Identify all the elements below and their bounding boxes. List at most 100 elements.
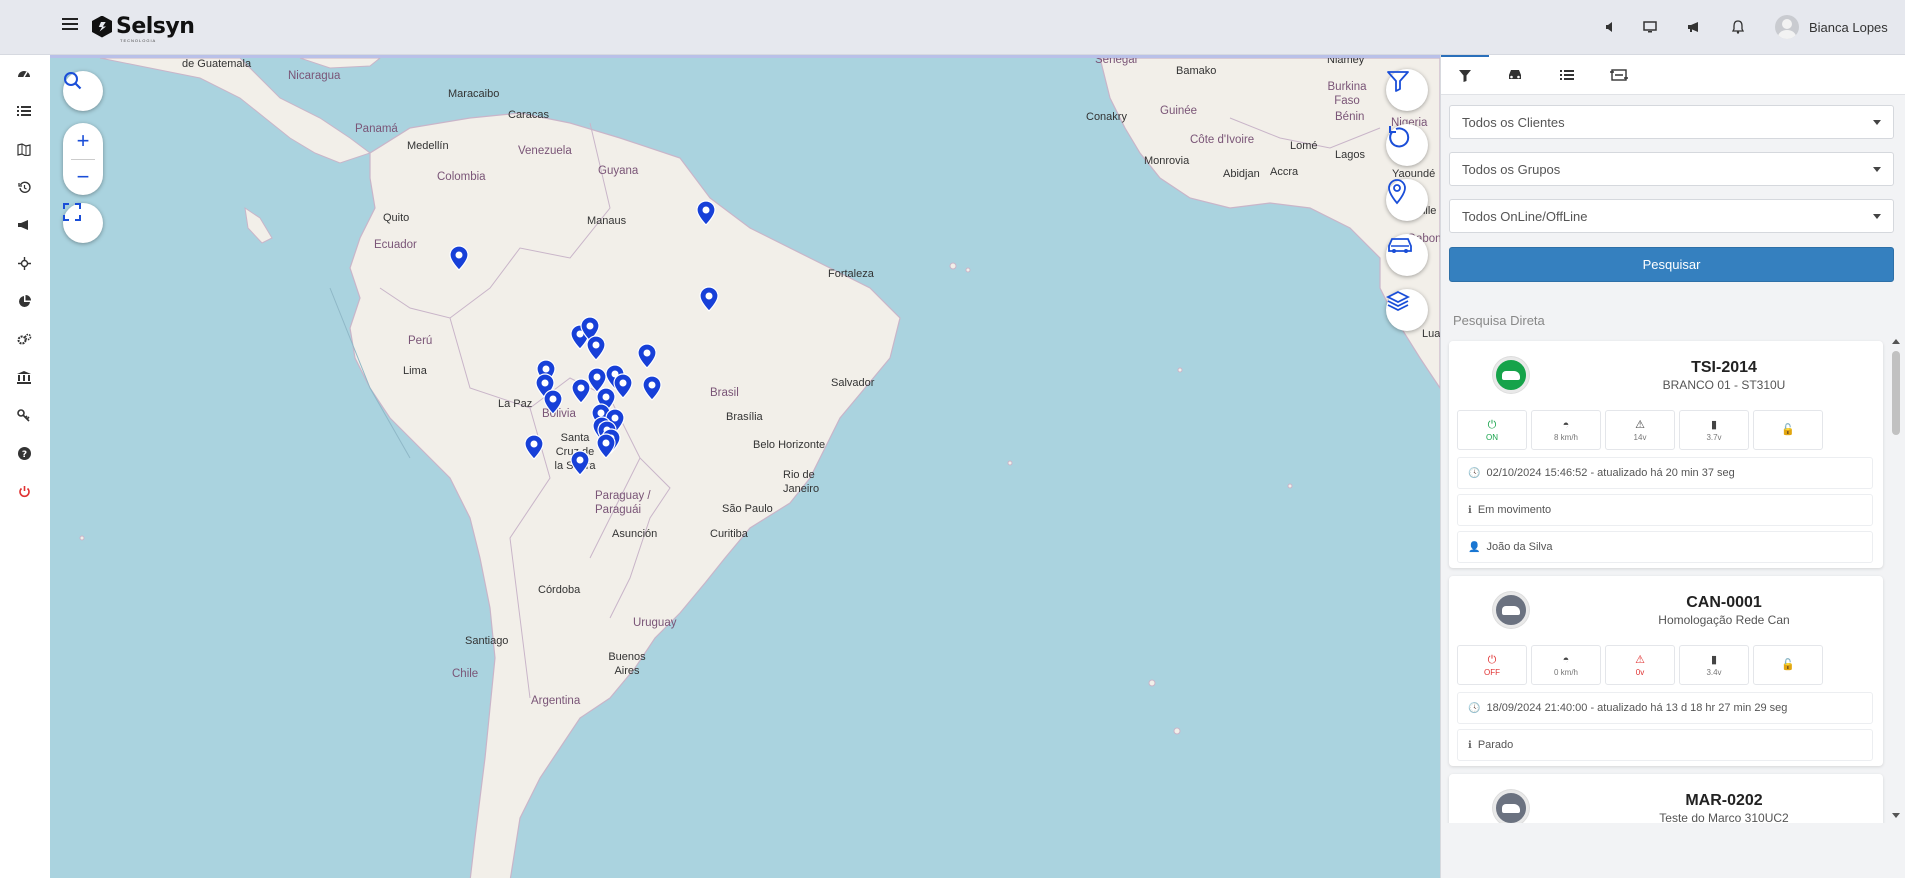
battery-icon: ▮ bbox=[1710, 418, 1718, 431]
filter-icon bbox=[1387, 71, 1409, 92]
map-label: Manaus bbox=[587, 215, 627, 227]
map-label: Lua bbox=[1422, 328, 1440, 340]
settings-icon[interactable] bbox=[15, 330, 33, 348]
vehicle-marker-icon[interactable] bbox=[569, 450, 591, 476]
search-button[interactable]: Pesquisar bbox=[1449, 247, 1894, 282]
monitor-icon[interactable] bbox=[1640, 17, 1660, 37]
tab-vehicles[interactable] bbox=[1491, 55, 1539, 95]
vehicle-marker-icon[interactable] bbox=[695, 200, 717, 226]
clients-select[interactable]: Todos os Clientes bbox=[1449, 105, 1894, 139]
vehicle-marker-icon[interactable] bbox=[523, 434, 545, 460]
vehicle-marker-icon[interactable] bbox=[595, 433, 617, 459]
map-label: Paraguay / Paraguái bbox=[595, 490, 651, 516]
map-label: Bamako bbox=[1176, 65, 1217, 77]
vehicle-marker-icon[interactable] bbox=[698, 286, 720, 312]
warning-icon: ⚠ bbox=[1635, 418, 1645, 431]
lock-stat[interactable]: 🔓 bbox=[1753, 410, 1823, 450]
vehicle-card[interactable]: CAN-0001 Homologação Rede Can ⏻ OFF ◓ 0 … bbox=[1449, 576, 1883, 766]
map-vehicles-button[interactable] bbox=[1386, 234, 1428, 276]
map-label: Lagos bbox=[1335, 149, 1365, 161]
map-label: Nicaragua bbox=[288, 70, 341, 82]
map-label: Santiago bbox=[465, 635, 509, 647]
filter-icon bbox=[1459, 70, 1471, 82]
vehicle-card-header: TSI-2014 BRANCO 01 - ST310U bbox=[1449, 341, 1883, 409]
scroll-thumb[interactable] bbox=[1892, 351, 1900, 435]
map-search-button[interactable] bbox=[63, 71, 103, 111]
chevron-down-icon bbox=[1873, 119, 1881, 125]
zoom-out-button[interactable]: − bbox=[63, 159, 103, 195]
zoom-in-button[interactable]: + bbox=[63, 123, 103, 159]
battery-stat: ▮ 3.4v bbox=[1679, 645, 1749, 685]
map-refresh-button[interactable] bbox=[1386, 124, 1428, 166]
voltage-stat: ⚠ 0v bbox=[1605, 645, 1675, 685]
megaphone-icon[interactable] bbox=[1684, 17, 1704, 37]
map-label: Colombia bbox=[437, 171, 486, 183]
vehicle-driver: 👤 João da Silva bbox=[1457, 531, 1873, 563]
vehicle-marker-icon[interactable] bbox=[448, 245, 470, 271]
map-filter-button[interactable] bbox=[1386, 69, 1428, 111]
vehicle-marker-icon[interactable] bbox=[641, 375, 663, 401]
map-icon[interactable] bbox=[15, 140, 33, 158]
map-label: Ecuador bbox=[374, 239, 417, 251]
fullscreen-button[interactable] bbox=[63, 203, 103, 243]
vehicle-marker-icon[interactable] bbox=[636, 343, 658, 369]
vehicle-list: TSI-2014 BRANCO 01 - ST310U ⏻ ON ◓ 8 km/… bbox=[1441, 335, 1905, 823]
brand-logo[interactable]: Selsyn TECNOLOGIA bbox=[92, 14, 195, 43]
tab-route[interactable] bbox=[1595, 55, 1643, 95]
car-icon bbox=[1388, 238, 1412, 253]
state-text: Em movimento bbox=[1477, 504, 1552, 516]
map-location-button[interactable] bbox=[1386, 179, 1428, 221]
vehicle-card[interactable]: TSI-2014 BRANCO 01 - ST310U ⏻ ON ◓ 8 km/… bbox=[1449, 341, 1883, 568]
history-icon[interactable] bbox=[15, 178, 33, 196]
bank-icon[interactable] bbox=[15, 368, 33, 386]
vehicle-state: ℹ Em movimento bbox=[1457, 494, 1873, 526]
list-icon[interactable] bbox=[15, 102, 33, 120]
vehicle-timestamp: 🕓 02/10/2024 15:46:52 - atualizado há 20… bbox=[1457, 457, 1873, 489]
power-icon[interactable] bbox=[15, 482, 33, 500]
key-icon[interactable] bbox=[15, 406, 33, 424]
battery-icon: ▮ bbox=[1710, 653, 1718, 666]
ignition-value: ON bbox=[1486, 432, 1498, 442]
vehicle-list-scrollbar[interactable] bbox=[1887, 335, 1905, 823]
map-label: Accra bbox=[1270, 166, 1299, 178]
warning-icon: ⚠ bbox=[1635, 653, 1645, 666]
svg-text:?: ? bbox=[21, 450, 26, 460]
volume-icon[interactable] bbox=[1600, 17, 1620, 37]
vehicle-marker-icon[interactable] bbox=[542, 389, 564, 415]
map-label: Argentina bbox=[531, 695, 581, 707]
vehicle-card[interactable]: MAR-0202 Teste do Marco 310UC2 bbox=[1449, 774, 1883, 823]
user-menu[interactable]: Bianca Lopes bbox=[1775, 15, 1888, 39]
pie-chart-icon[interactable] bbox=[15, 292, 33, 310]
megaphone-icon[interactable] bbox=[15, 216, 33, 234]
chevron-down-icon bbox=[1873, 213, 1881, 219]
vehicle-plate: CAN-0001 bbox=[1686, 594, 1762, 611]
lock-stat[interactable]: 🔓 bbox=[1753, 645, 1823, 685]
help-icon[interactable]: ? bbox=[15, 444, 33, 462]
tab-list[interactable] bbox=[1543, 55, 1591, 95]
dashboard-icon[interactable] bbox=[15, 64, 33, 82]
user-icon: 👤 bbox=[1468, 541, 1481, 553]
groups-select[interactable]: Todos os Grupos bbox=[1449, 152, 1894, 186]
hamburger-menu-icon[interactable] bbox=[62, 18, 78, 32]
online-select[interactable]: Todos OnLine/OffLine bbox=[1449, 199, 1894, 233]
state-text: Parado bbox=[1477, 739, 1514, 751]
map-label: Belo Horizonte bbox=[753, 439, 826, 451]
bell-icon[interactable] bbox=[1728, 17, 1748, 37]
map-label: Quito bbox=[383, 212, 410, 224]
map-layers-button[interactable] bbox=[1386, 289, 1428, 331]
voltage-value: 0v bbox=[1635, 667, 1645, 677]
right-panel: Todos os Clientes Todos os Grupos Todos … bbox=[1440, 55, 1905, 878]
map-label: Lomé bbox=[1290, 140, 1318, 152]
voltage-stat: ⚠ 14v bbox=[1605, 410, 1675, 450]
car-icon bbox=[1509, 70, 1521, 79]
crosshair-icon[interactable] bbox=[15, 254, 33, 272]
map-label: Rio de Janeiro bbox=[783, 469, 820, 495]
scroll-down-icon[interactable] bbox=[1892, 813, 1900, 818]
vehicle-marker-icon[interactable] bbox=[585, 335, 607, 361]
map-label: Burkina Faso bbox=[1327, 81, 1367, 107]
tab-filter[interactable] bbox=[1441, 55, 1489, 95]
timestamp-text: 18/09/2024 21:40:00 - atualizado há 13 d… bbox=[1486, 702, 1788, 714]
map-view[interactable]: de Guatemala Nicaragua Panamá Maracaibo … bbox=[50, 55, 1440, 878]
scroll-up-icon[interactable] bbox=[1892, 339, 1900, 344]
vehicle-card-header: CAN-0001 Homologação Rede Can bbox=[1449, 576, 1883, 644]
